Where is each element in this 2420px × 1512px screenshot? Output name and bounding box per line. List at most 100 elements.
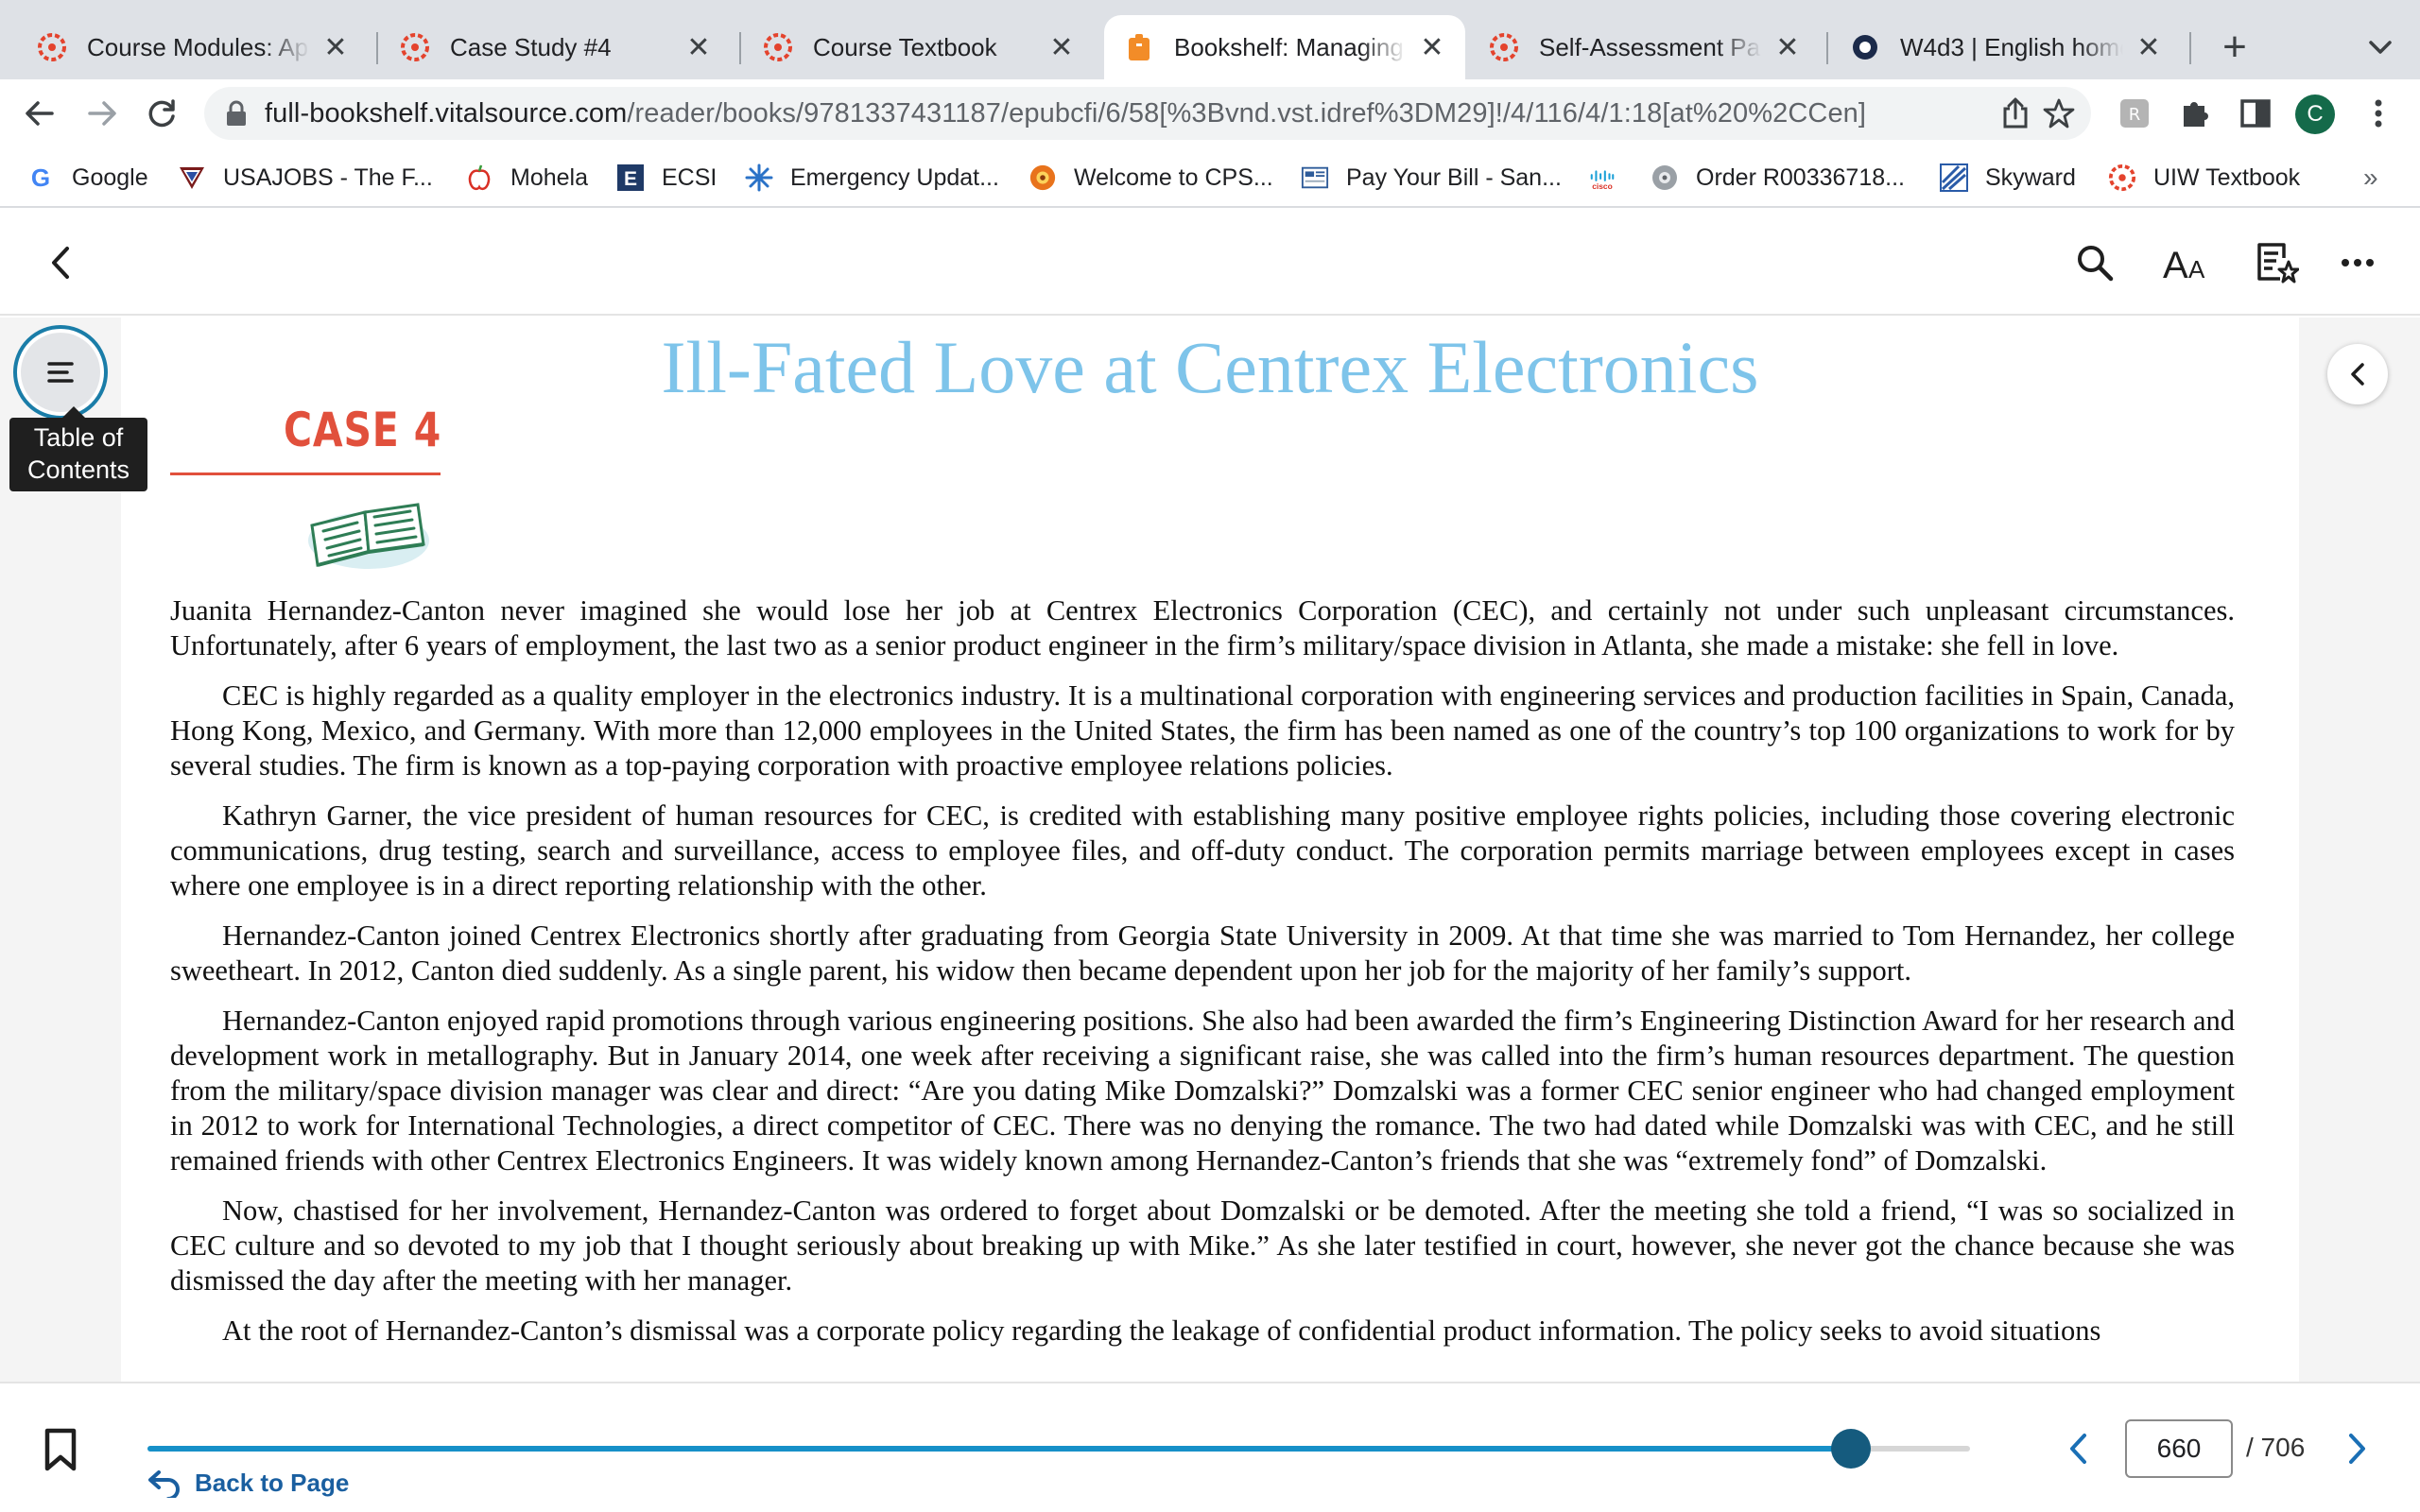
bookmark-star-button[interactable] (2038, 93, 2080, 134)
previous-page-button[interactable] (2057, 1425, 2099, 1472)
chevron-left-icon (2351, 363, 2364, 386)
paragraph: Hernandez-Canton enjoyed rapid promotion… (170, 1005, 2235, 1177)
chevron-right-icon (2349, 1434, 2365, 1464)
table-of-contents-button[interactable] (13, 325, 108, 420)
bookmark-uiw-textbook[interactable]: UIW Textbook (2108, 157, 2300, 198)
book-page: Ill-Fated Love at Centrex Electronics CA… (121, 318, 2299, 1382)
tab-case-study[interactable]: Case Study #4 ✕ (380, 15, 732, 79)
close-icon[interactable]: ✕ (321, 32, 350, 63)
open-book-illustration (308, 503, 429, 569)
back-to-page-link[interactable]: Back to Page (147, 1469, 349, 1498)
book-section-title: Ill-Fated Love at Centrex Electronics (661, 326, 1759, 408)
profile-avatar[interactable]: C (2295, 94, 2335, 134)
extension-button[interactable]: R (2114, 93, 2155, 134)
reader-header: AA (0, 208, 2420, 316)
text-size-button[interactable]: AA (2157, 234, 2214, 291)
reload-button[interactable] (138, 89, 187, 138)
close-icon[interactable]: ✕ (1047, 32, 1076, 63)
chevron-left-icon (2070, 1434, 2086, 1464)
svg-text:cisco: cisco (1592, 181, 1613, 191)
arrow-left-icon (26, 101, 54, 126)
tab-title: Course Textbook (813, 32, 997, 61)
share-button[interactable] (1995, 93, 2036, 134)
canvas-icon (1488, 31, 1520, 63)
forward-button[interactable] (78, 89, 127, 138)
svg-text:R: R (2129, 105, 2141, 125)
new-tab-button[interactable]: + (2212, 24, 2257, 70)
google-icon: G (26, 163, 55, 192)
bookmark-cisco[interactable]: cisco (1588, 157, 1634, 198)
more-options-button[interactable] (2329, 234, 2386, 291)
bookmark-cps[interactable]: Welcome to CPS... (1028, 157, 1273, 198)
mohela-icon (465, 163, 493, 192)
cps-icon (1028, 163, 1057, 192)
puzzle-icon (2184, 102, 2208, 127)
studocu-icon (1849, 31, 1881, 63)
reader-back-button[interactable] (32, 234, 89, 291)
address-bar[interactable]: full-bookshelf.vitalsource.com/reader/bo… (204, 87, 2091, 140)
tab-separator (739, 32, 741, 64)
canvas-icon (36, 31, 68, 63)
back-to-page-label: Back to Page (195, 1469, 350, 1497)
page-number-input[interactable] (2125, 1419, 2233, 1478)
bookmark-label: Emergency Updat... (790, 163, 999, 191)
text-size-icon: AA (2163, 245, 2205, 282)
close-icon[interactable]: ✕ (2135, 32, 2163, 63)
bookmarks-overflow-button[interactable]: » (2363, 157, 2378, 198)
reader-footer: Back to Page / 706 (0, 1382, 2420, 1512)
page-progress-slider[interactable] (147, 1429, 1970, 1469)
bookmark-mohela[interactable]: Mohela (465, 157, 588, 198)
svg-text:A: A (2188, 255, 2205, 282)
tab-separator (376, 32, 378, 64)
reader-search-button[interactable] (2066, 234, 2123, 291)
tab-course-modules[interactable]: Course Modules: Applied Management ✕ (17, 15, 369, 79)
tab-search-button[interactable] (2358, 25, 2403, 70)
tab-w4d3[interactable]: W4d3 | English homework ✕ (1830, 15, 2182, 79)
bookmark-ecsi[interactable]: E ECSI (616, 157, 717, 198)
progress-thumb[interactable] (1831, 1429, 1872, 1469)
svg-text:E: E (624, 168, 637, 190)
close-icon[interactable]: ✕ (684, 32, 713, 63)
bookmark-label: Welcome to CPS... (1074, 163, 1273, 191)
bookmark-google[interactable]: G Google (26, 157, 148, 198)
bookmark-emergency[interactable]: Emergency Updat... (745, 157, 999, 198)
bookmark-page-button[interactable] (42, 1427, 79, 1472)
skyward-icon (1940, 163, 1968, 192)
total-pages: / 706 (2246, 1433, 2306, 1462)
url-path: /reader/books/9781337431187/epubcfi/6/58… (627, 97, 1867, 129)
svg-text:A: A (2163, 245, 2188, 282)
tab-self-assessment[interactable]: Self-Assessment Paper ✕ (1469, 15, 1821, 79)
tab-title: Course Modules: Applied Management (87, 32, 310, 61)
paragraph: Kathryn Garner, the vice president of hu… (170, 799, 2235, 902)
side-panel-button[interactable] (2235, 93, 2276, 134)
notes-highlights-button[interactable] (2248, 234, 2305, 291)
tab-bookshelf[interactable]: Bookshelf: Managing Human Resources ✕ (1104, 15, 1465, 79)
bookmark-label: USAJOBS - The F... (223, 163, 433, 191)
readwrite-extension-icon: R (2120, 99, 2149, 128)
tab-title: Bookshelf: Managing Human Resources (1174, 32, 1407, 61)
close-icon[interactable]: ✕ (1773, 32, 1802, 63)
browser-menu-button[interactable] (2358, 93, 2399, 134)
bookmark-usajobs[interactable]: USAJOBS - The F... (178, 157, 433, 198)
paragraph: Hernandez-Canton joined Centrex Electron… (170, 919, 2235, 987)
reload-icon (148, 99, 175, 128)
extensions-menu-button[interactable] (2174, 93, 2216, 134)
open-side-panel-button[interactable] (2327, 344, 2388, 404)
bookmarks-bar: G Google USAJOBS - The F... Mohela E ECS… (0, 147, 2420, 208)
progress-fill (147, 1446, 1852, 1452)
bookmark-pay-bill[interactable]: Pay Your Bill - San... (1301, 157, 1562, 198)
back-button[interactable] (15, 89, 64, 138)
bookmark-skyward[interactable]: Skyward (1940, 157, 2076, 198)
url-host: full-bookshelf.vitalsource.com (265, 97, 628, 129)
chevron-left-icon (52, 247, 69, 279)
canvas-icon (2108, 163, 2136, 192)
tab-title: Case Study #4 (450, 32, 612, 61)
tab-strip: Course Modules: Applied Management ✕ Cas… (0, 0, 2420, 79)
bookmark-order[interactable]: Order R00336718... (1651, 157, 1905, 198)
arrow-right-icon (88, 101, 116, 126)
order-icon (1651, 163, 1679, 192)
pay-bill-icon (1301, 163, 1329, 192)
tab-course-textbook[interactable]: Course Textbook ✕ (743, 15, 1095, 79)
next-page-button[interactable] (2337, 1425, 2378, 1472)
close-icon[interactable]: ✕ (1418, 32, 1446, 63)
